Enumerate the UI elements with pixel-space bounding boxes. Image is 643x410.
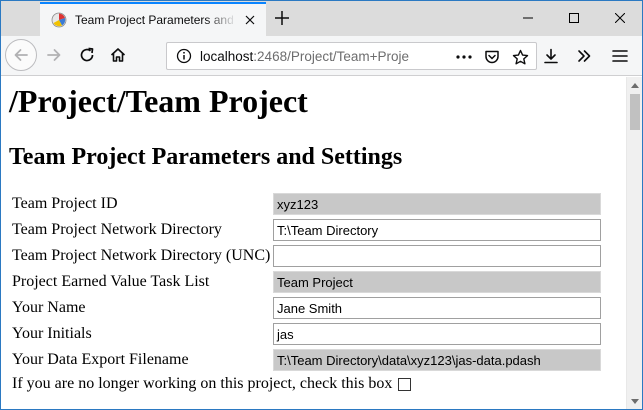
minimize-button[interactable] xyxy=(505,0,551,36)
scrollbar-thumb[interactable] xyxy=(630,94,640,130)
home-icon xyxy=(110,48,126,62)
field-row-data-export-filename: Your Data Export Filename T:\Team Direct… xyxy=(12,349,604,373)
forward-button[interactable] xyxy=(39,40,69,70)
home-button[interactable] xyxy=(103,40,133,70)
earned-value-task-list-field: Team Project xyxy=(273,271,601,293)
inactive-project-row: If you are no longer working on this pro… xyxy=(12,375,412,393)
earned-value-task-list-label: Project Earned Value Task List xyxy=(12,273,210,290)
browser-tab[interactable]: Team Project Parameters and Se xyxy=(40,2,266,36)
close-window-button[interactable] xyxy=(597,0,643,36)
url-actions xyxy=(448,46,532,68)
network-directory-field[interactable]: T:\Team Directory xyxy=(273,219,601,241)
process-dashboard-favicon-icon xyxy=(51,12,67,28)
team-project-id-field: xyz123 xyxy=(273,193,601,215)
field-row-network-directory-unc: Team Project Network Directory (UNC) xyxy=(12,245,604,269)
maximize-icon xyxy=(569,13,579,23)
network-directory-label: Team Project Network Directory xyxy=(12,221,222,238)
field-row-earned-value-task-list: Project Earned Value Task List Team Proj… xyxy=(12,271,604,295)
minimize-icon xyxy=(523,17,533,19)
team-project-id-label: Team Project ID xyxy=(12,195,118,212)
your-name-label: Your Name xyxy=(12,299,86,316)
chevron-double-right-icon[interactable] xyxy=(572,44,596,68)
inactive-project-checkbox[interactable] xyxy=(398,377,412,391)
section-title: Team Project Parameters and Settings xyxy=(9,144,403,170)
navigation-toolbar: localhost:2468/Project/Team+Proje xyxy=(0,36,643,76)
forward-arrow-icon xyxy=(47,49,61,61)
tab-title: Team Project Parameters and Se xyxy=(75,13,237,27)
back-arrow-icon xyxy=(14,49,28,61)
close-icon xyxy=(615,13,625,23)
pocket-icon[interactable] xyxy=(480,46,504,68)
ellipsis-icon[interactable] xyxy=(452,46,476,68)
maximize-button[interactable] xyxy=(551,0,597,36)
close-tab-icon[interactable] xyxy=(242,12,258,28)
url-path: :2468/Project/Team+Proje xyxy=(253,48,410,64)
tab-strip: Team Project Parameters and Se xyxy=(0,0,643,36)
data-export-filename-label: Your Data Export Filename xyxy=(12,351,189,368)
reload-icon xyxy=(80,47,94,62)
reload-button[interactable] xyxy=(72,40,102,70)
url-bar[interactable]: localhost:2468/Project/Team+Proje xyxy=(166,42,537,70)
download-icon[interactable] xyxy=(539,44,563,68)
scroll-up-arrow-icon[interactable] xyxy=(627,77,643,93)
plus-icon xyxy=(275,11,289,25)
url-host: localhost xyxy=(200,48,254,64)
data-export-filename-field: T:\Team Directory\data\xyz123\jas-data.p… xyxy=(273,349,601,371)
field-row-network-directory: Team Project Network Directory T:\Team D… xyxy=(12,219,604,243)
your-name-field[interactable]: Jane Smith xyxy=(273,297,601,319)
scroll-down-arrow-icon[interactable] xyxy=(627,393,643,409)
page-title: /Project/Team Project xyxy=(9,83,308,119)
field-row-team-project-id: Team Project ID xyz123 xyxy=(12,193,604,217)
network-directory-unc-field[interactable] xyxy=(273,245,601,267)
back-button[interactable] xyxy=(5,39,37,71)
network-directory-unc-label: Team Project Network Directory (UNC) xyxy=(12,247,271,264)
star-icon[interactable] xyxy=(508,46,532,68)
vertical-scrollbar[interactable] xyxy=(626,77,642,409)
page-content: /Project/Team Project Team Project Param… xyxy=(0,77,626,410)
your-initials-field[interactable]: jas xyxy=(273,323,601,345)
your-initials-label: Your Initials xyxy=(12,325,92,342)
inactive-project-label: If you are no longer working on this pro… xyxy=(12,375,393,392)
field-row-your-name: Your Name Jane Smith xyxy=(12,297,604,321)
url-text[interactable]: localhost:2468/Project/Team+Proje xyxy=(200,49,430,64)
hamburger-menu-icon[interactable] xyxy=(608,44,632,68)
field-row-your-initials: Your Initials jas xyxy=(12,323,604,347)
info-icon[interactable] xyxy=(176,48,196,64)
new-tab-button[interactable] xyxy=(270,6,294,30)
